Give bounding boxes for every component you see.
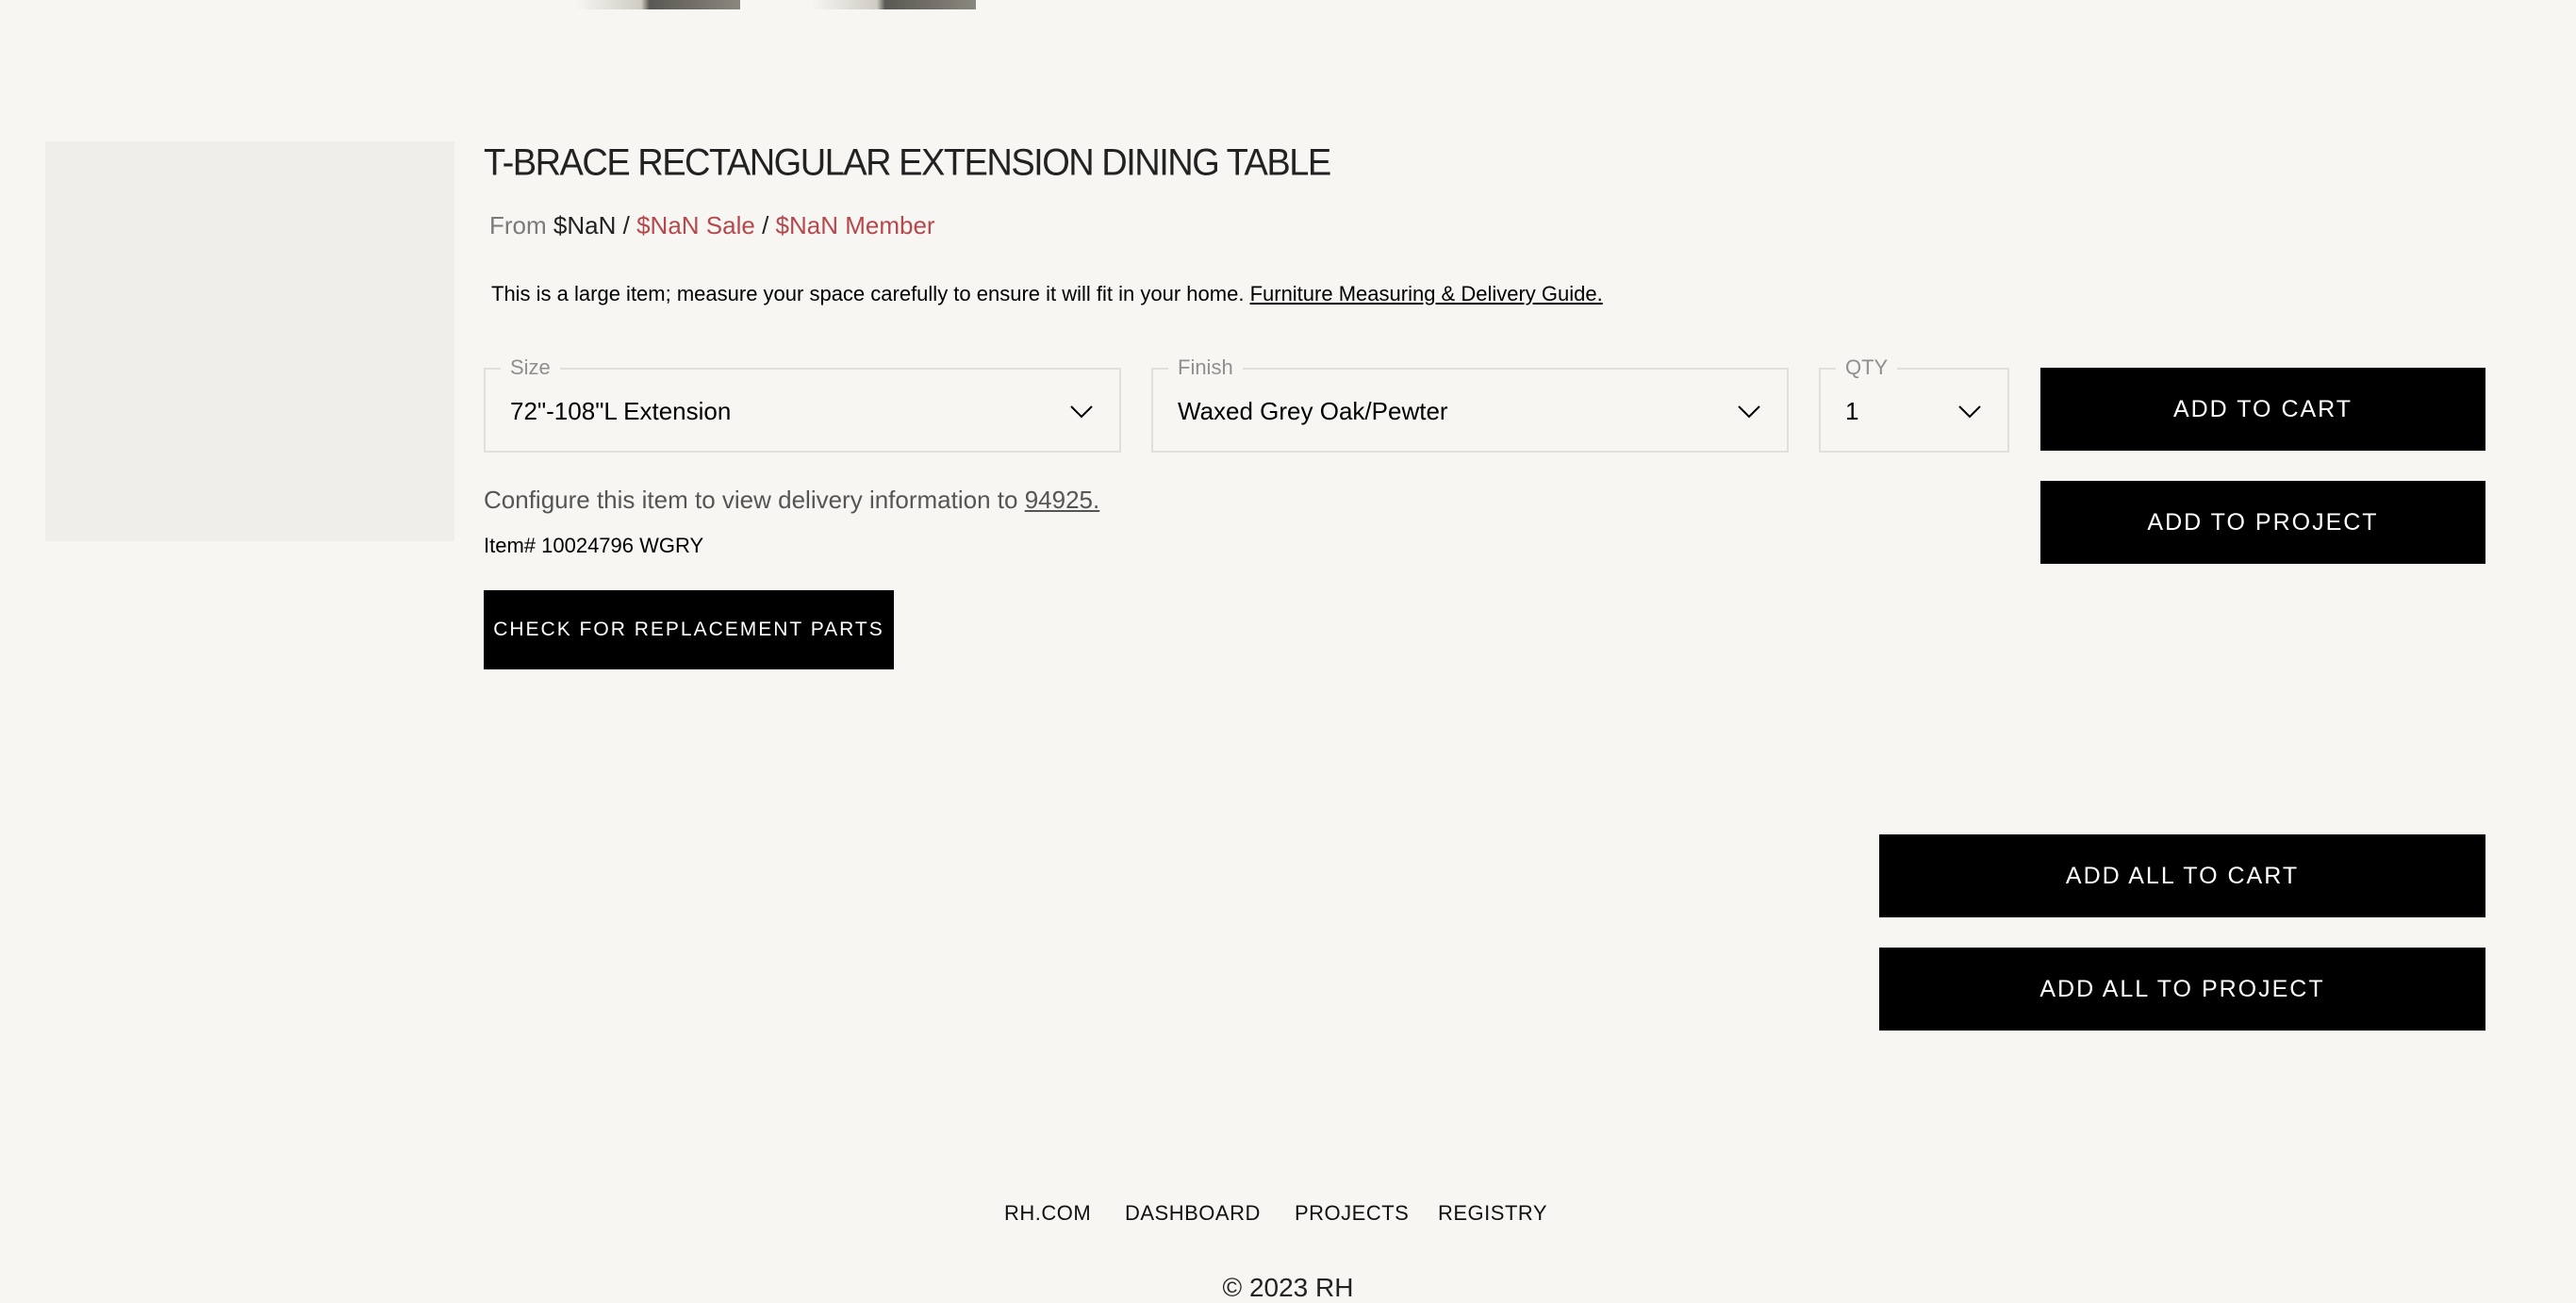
delivery-info: Configure this item to view delivery inf… <box>484 486 1099 515</box>
finish-value: Waxed Grey Oak/Pewter <box>1178 397 1448 425</box>
chevron-down-icon <box>1738 405 1760 419</box>
chevron-down-icon <box>1958 405 1981 419</box>
size-label: Size <box>501 356 560 379</box>
notice-text: This is a large item; measure your space… <box>491 282 1245 305</box>
qty-label: QTY <box>1836 356 1898 379</box>
price-line: From $NaN / $NaN Sale / $NaN Member <box>489 211 935 240</box>
add-all-to-project-button[interactable]: ADD ALL TO PROJECT <box>1879 948 2485 1031</box>
replacement-parts-button[interactable]: CHECK FOR REPLACEMENT PARTS <box>484 590 894 669</box>
footer-link-dashboard[interactable]: DASHBOARD <box>1125 1201 1261 1226</box>
chevron-down-icon <box>1070 405 1093 419</box>
add-to-cart-button[interactable]: ADD TO CART <box>2040 368 2485 451</box>
footer-link-projects[interactable]: PROJECTS <box>1295 1201 1409 1226</box>
footer-link-rh-com[interactable]: RH.COM <box>1004 1201 1091 1226</box>
thumbnail-image-1[interactable] <box>575 0 740 9</box>
item-number: Item# 10024796 WGRY <box>484 534 704 557</box>
product-title: T-BRACE RECTANGULAR EXTENSION DINING TAB… <box>484 141 1331 185</box>
finish-label: Finish <box>1168 356 1243 379</box>
zip-code-link[interactable]: 94925. <box>1025 486 1100 514</box>
price-member: $NaN Member <box>775 211 935 239</box>
measuring-guide-link[interactable]: Furniture Measuring & Delivery Guide. <box>1250 282 1603 305</box>
add-all-to-cart-button[interactable]: ADD ALL TO CART <box>1879 834 2485 917</box>
finish-select[interactable]: Finish Waxed Grey Oak/Pewter <box>1151 356 1789 453</box>
delivery-text: Configure this item to view delivery inf… <box>484 486 1018 514</box>
price-separator: / <box>762 211 769 239</box>
copyright: © 2023 RH <box>1222 1273 1354 1302</box>
thumbnail-image-2[interactable] <box>811 0 976 9</box>
product-image <box>45 141 454 541</box>
price-sale: $NaN Sale <box>636 211 755 239</box>
size-value: 72"-108"L Extension <box>510 397 732 425</box>
footer-link-registry[interactable]: REGISTRY <box>1438 1201 1547 1226</box>
price-regular: $NaN <box>553 211 617 239</box>
add-to-project-button[interactable]: ADD TO PROJECT <box>2040 481 2485 564</box>
quantity-select[interactable]: QTY 1 <box>1819 356 2009 453</box>
price-from-label: From <box>489 211 547 239</box>
size-select[interactable]: Size 72"-108"L Extension <box>484 356 1121 453</box>
large-item-notice: This is a large item; measure your space… <box>491 282 1603 306</box>
price-separator: / <box>622 211 630 239</box>
qty-value: 1 <box>1845 397 1859 425</box>
